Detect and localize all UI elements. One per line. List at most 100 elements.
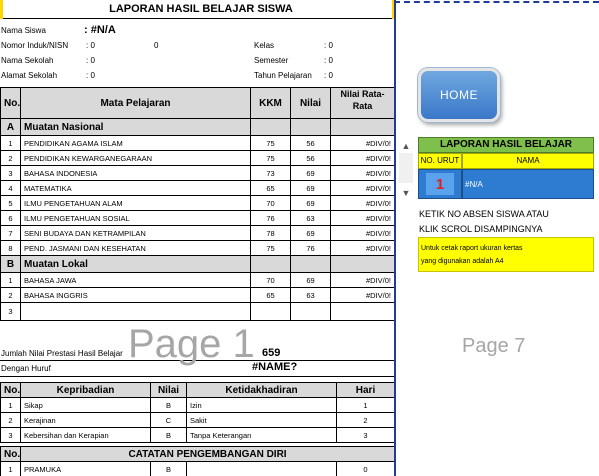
student-number-value[interactable]: 1: [426, 173, 454, 195]
col-header-nilai: Nilai: [150, 382, 187, 398]
field-label-nisn: Nomor Induk/NISN: [1, 41, 69, 50]
report-title-text: LAPORAN HASIL BELAJAR SISWA: [109, 3, 293, 15]
hint-line-2: KLIK SCROL DISAMPINGNYA: [419, 224, 543, 234]
cell-subject: PENDIDIKAN KEWARGANEGARAAN: [20, 150, 251, 166]
cell-kkm: 75: [250, 135, 291, 151]
field-value-nisn: : 0: [86, 41, 95, 50]
col-header-average: Nilai Rata-Rata: [330, 87, 394, 119]
cell-average: #DIV/0!: [330, 287, 394, 303]
col-header-kepribadian: Kepribadian: [20, 382, 151, 398]
field-label-semester: Semester: [254, 56, 289, 65]
scroll-down-button[interactable]: ▼: [399, 186, 413, 200]
field-value-school: : 0: [86, 56, 95, 65]
cell-subject: [20, 302, 251, 321]
cell-no: 2: [0, 287, 21, 303]
field-value-name: : #N/A: [84, 24, 116, 36]
cell-average: #DIV/0!: [330, 195, 394, 211]
cell-nilai: B: [150, 397, 187, 413]
title-marker-left: [0, 0, 3, 19]
cell-average: #DIV/0!: [330, 165, 394, 181]
cell-no: 5: [0, 195, 21, 211]
cell-absence-type: Izin: [186, 397, 337, 413]
cell-nilai: 56: [290, 135, 331, 151]
page-1-watermark: Page 1: [128, 322, 255, 366]
scroll-track[interactable]: [399, 153, 413, 183]
letters-value: #NAME?: [252, 361, 298, 373]
field-label-class: Kelas: [254, 41, 275, 50]
cell-kkm: 70: [250, 272, 291, 288]
field-label-address: Alamat Sekolah: [1, 71, 58, 80]
page-7-watermark: Page 7: [462, 335, 526, 357]
cell-nilai: 63: [290, 210, 331, 226]
cell-nilai: 56: [290, 150, 331, 166]
table-row: 6 ILMU PENGETAHUAN SOSIAL 76 63 #DIV/0!: [0, 210, 394, 226]
print-note: Untuk cetak raport ukuran kertas yang di…: [418, 237, 594, 272]
table-row: 2 Kerajinan C Sakit 2: [0, 412, 394, 428]
cell-average: [330, 302, 394, 321]
section-row-b: B Muatan Lokal: [0, 255, 394, 273]
cell-kkm: 76: [250, 210, 291, 226]
section-letter-b: B: [0, 255, 21, 273]
cell-kkm: 65: [250, 287, 291, 303]
cell-average: #DIV/0!: [330, 272, 394, 288]
panel-col-no: NO. URUT: [418, 153, 462, 169]
cell-nilai: 69: [290, 195, 331, 211]
cell-absence-type: Tanpa Keterangan: [186, 427, 337, 443]
col-header-hari: Hari: [336, 382, 394, 398]
development-header-row: No. CATATAN PENGEMBANGAN DIRI: [0, 446, 394, 462]
col-header-nilai: Nilai: [290, 87, 331, 119]
cell-no: 3: [0, 302, 21, 321]
print-note-line-2: yang digunakan adalah A4: [421, 258, 504, 265]
development-title: CATATAN PENGEMBANGAN DIRI: [19, 446, 394, 462]
cell-no: 1: [0, 397, 21, 413]
cell-nilai: 69: [290, 180, 331, 196]
section-row-a: A Muatan Nasional: [0, 118, 394, 136]
cell-average: #DIV/0!: [330, 180, 394, 196]
cell-subject: BAHASA INGGRIS: [20, 287, 251, 303]
student-number-field[interactable]: 1: [418, 169, 462, 199]
cell-nilai: 69: [290, 225, 331, 241]
scroll-up-button[interactable]: ▲: [399, 139, 413, 153]
cell-kepribadian: Sikap: [20, 397, 151, 413]
cell-no: 3: [0, 427, 21, 443]
cell-nilai: 63: [290, 287, 331, 303]
cell-average: #DIV/0!: [330, 150, 394, 166]
behavior-table: No. Kepribadian Nilai Ketidakhadiran Har…: [0, 382, 394, 443]
col-header-subject: Mata Pelajaran: [20, 87, 251, 119]
cell-nilai: 69: [290, 272, 331, 288]
cell-kkm: 65: [250, 180, 291, 196]
home-button[interactable]: HOME: [418, 68, 500, 122]
total-value: 659: [262, 347, 281, 359]
col-header-no: No.: [0, 382, 21, 398]
cell-kkm: [250, 302, 291, 321]
cell-kkm: 78: [250, 225, 291, 241]
report-title: LAPORAN HASIL BELAJAR SISWA: [0, 0, 394, 19]
cell-activity: PRAMUKA: [20, 461, 151, 476]
behavior-header-row: No. Kepribadian Nilai Ketidakhadiran Har…: [0, 382, 394, 398]
table-row: 1 Sikap B Izin 1: [0, 397, 394, 413]
cell-no: 2: [0, 150, 21, 166]
table-row: 7 SENI BUDAYA DAN KETRAMPILAN 78 69 #DIV/0!: [0, 225, 394, 241]
letters-label: Dengan Huruf: [1, 364, 51, 373]
report-sheet: LAPORAN HASIL BELAJAR SISWA Nama Siswa :…: [0, 0, 394, 476]
cell-no: 2: [0, 412, 21, 428]
field-value-semester: : 0: [324, 56, 333, 65]
cell-kkm: 73: [250, 165, 291, 181]
cell-days: 2: [336, 412, 394, 428]
table-row: 3 BAHASA INDONESIA 73 69 #DIV/0!: [0, 165, 394, 181]
field-label-name: Nama Siswa: [1, 26, 46, 35]
col-header-ketidakhadiran: Ketidakhadiran: [186, 382, 337, 398]
cell-average: #DIV/0!: [330, 135, 394, 151]
cell-subject: PEND. JASMANI DAN KESEHATAN: [20, 240, 251, 256]
section-letter-a: A: [0, 118, 21, 136]
student-name-field: #N/A: [462, 169, 594, 199]
cell-subject: BAHASA INDONESIA: [20, 165, 251, 181]
cell-kepribadian: Kerajinan: [20, 412, 151, 428]
page-break-vertical: [394, 0, 396, 476]
cell-subject: BAHASA JAWA: [20, 272, 251, 288]
cell-absence-type: Sakit: [186, 412, 337, 428]
table-row: 2 PENDIDIKAN KEWARGANEGARAAN 75 56 #DIV/0!: [0, 150, 394, 166]
table-row: 2 BAHASA INGGRIS 65 63 #DIV/0!: [0, 287, 394, 303]
table-row: 1 BAHASA JAWA 70 69 #DIV/0!: [0, 272, 394, 288]
cell-no: 3: [0, 165, 21, 181]
